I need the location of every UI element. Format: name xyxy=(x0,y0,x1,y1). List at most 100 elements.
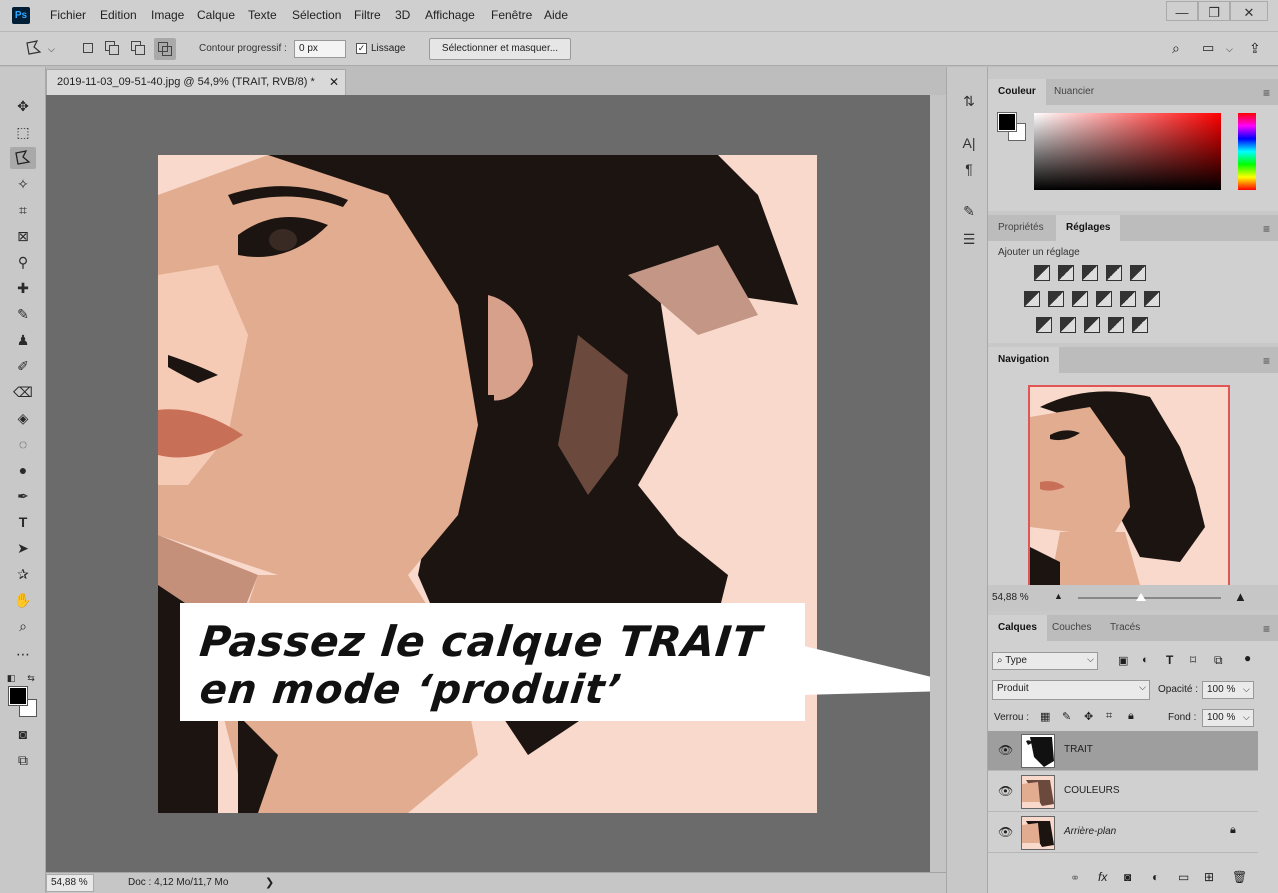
search-icon[interactable]: ⌕ xyxy=(1172,40,1188,56)
layer-row-trait[interactable]: 👁︎ TRAIT xyxy=(988,731,1258,771)
menu-selection[interactable]: Sélection xyxy=(292,8,341,22)
hamburger-icon[interactable]: ≡ xyxy=(1263,622,1270,636)
shape-tool-icon[interactable]: ✰ xyxy=(10,563,36,585)
new-group-icon[interactable]: ▭ xyxy=(1178,870,1189,884)
menu-filtre[interactable]: Filtre xyxy=(354,8,381,22)
workspace-icon[interactable]: ▭ xyxy=(1202,40,1218,56)
lock-artboard-icon[interactable]: ⌗ xyxy=(1106,710,1112,723)
default-colors-icon[interactable]: ◧ xyxy=(4,667,18,689)
gradient-map-icon[interactable] xyxy=(1132,317,1148,333)
color-lookup-icon[interactable] xyxy=(1144,291,1160,307)
foreground-color-swatch[interactable] xyxy=(997,112,1017,132)
eye-icon[interactable]: 👁︎ xyxy=(998,784,1013,798)
tab-couches[interactable]: Couches xyxy=(1042,615,1101,641)
restore-button[interactable]: ❐ xyxy=(1198,1,1230,21)
posterize-icon[interactable] xyxy=(1060,317,1076,333)
shape-filter-icon[interactable]: ⌑ xyxy=(1190,653,1196,667)
menu-texte[interactable]: Texte xyxy=(248,8,277,22)
vertical-scrollbar[interactable] xyxy=(930,95,946,872)
zoom-in-icon[interactable]: ▲ xyxy=(1234,589,1247,604)
more-tools-icon[interactable]: ⋯ xyxy=(10,643,36,665)
dodge-tool-icon[interactable]: ● xyxy=(10,459,36,481)
lock-all-icon[interactable]: 🔒︎ xyxy=(1128,710,1134,723)
chevron-right-icon[interactable]: ❯ xyxy=(265,876,274,889)
lock-transparency-icon[interactable]: ▦ xyxy=(1040,710,1050,723)
swap-colors-icon[interactable]: ⇆ xyxy=(24,667,38,689)
brightness-icon[interactable] xyxy=(1034,265,1050,281)
lock-pixels-icon[interactable]: ✎ xyxy=(1062,710,1071,723)
type-filter-icon[interactable]: T xyxy=(1166,653,1173,667)
lasso-tool-icon[interactable] xyxy=(10,147,36,169)
tab-navigation[interactable]: Navigation xyxy=(988,347,1060,373)
menu-fenetre[interactable]: Fenêtre xyxy=(491,8,532,22)
tab-reglages[interactable]: Réglages xyxy=(1056,215,1121,241)
tab-couleur[interactable]: Couleur xyxy=(988,79,1046,105)
eye-icon[interactable]: 👁︎ xyxy=(998,825,1013,839)
adjustment-filter-icon[interactable]: ◐ xyxy=(1142,654,1149,666)
menu-image[interactable]: Image xyxy=(151,8,184,22)
marquee-tool-icon[interactable]: ⬚ xyxy=(10,121,36,143)
selective-color-icon[interactable] xyxy=(1108,317,1124,333)
frame-tool-icon[interactable]: ⊠ xyxy=(10,225,36,247)
black-white-icon[interactable] xyxy=(1072,291,1088,307)
blur-tool-icon[interactable]: ◌ xyxy=(10,433,36,455)
hamburger-icon[interactable]: ≡ xyxy=(1263,86,1270,100)
contour-progressif-input[interactable]: 0 px xyxy=(294,40,346,58)
zoom-level-input[interactable]: 54,88 % xyxy=(46,874,94,892)
channel-mixer-icon[interactable] xyxy=(1120,291,1136,307)
trash-icon[interactable]: 🗑︎ xyxy=(1232,870,1247,884)
hand-tool-icon[interactable]: ✋ xyxy=(10,589,36,611)
navigation-zoom-slider[interactable] xyxy=(1078,597,1221,599)
curves-icon[interactable] xyxy=(1082,265,1098,281)
blend-mode-select[interactable]: Produit ⌵ xyxy=(992,680,1150,700)
chevron-down-icon[interactable]: ⌵ xyxy=(1226,44,1242,60)
polygonal-lasso-icon[interactable] xyxy=(25,40,42,56)
document-tab[interactable]: 2019-11-03_09-51-40.jpg @ 54,9% (TRAIT, … xyxy=(46,69,346,95)
tool-presets-icon[interactable]: ☰ xyxy=(959,229,979,249)
minimize-button[interactable]: — xyxy=(1166,1,1198,21)
brush-tool-icon[interactable]: ✎ xyxy=(10,303,36,325)
crop-tool-icon[interactable]: ⌗ xyxy=(10,199,36,221)
zoom-slider-handle[interactable] xyxy=(1136,593,1146,601)
quick-mask-icon[interactable]: ◙ xyxy=(10,723,36,745)
brush-settings-icon[interactable]: ✎ xyxy=(959,201,979,221)
zoom-out-icon[interactable]: ▲ xyxy=(1054,591,1063,601)
smart-object-filter-icon[interactable]: ⧉ xyxy=(1214,653,1223,668)
subtract-selection-icon[interactable] xyxy=(130,40,146,56)
eye-icon[interactable]: 👁︎ xyxy=(998,743,1013,757)
exposure-icon[interactable] xyxy=(1106,265,1122,281)
hue-saturation-icon[interactable] xyxy=(1024,291,1040,307)
chevron-down-icon[interactable]: ⌵ xyxy=(48,44,64,60)
history-icon[interactable]: ⇅ xyxy=(959,91,979,111)
invert-icon[interactable] xyxy=(1036,317,1052,333)
chevron-down-icon[interactable]: ⌵ xyxy=(1243,712,1250,723)
menu-aide[interactable]: Aide xyxy=(544,8,568,22)
vibrance-icon[interactable] xyxy=(1130,265,1146,281)
select-and-mask-button[interactable]: Sélectionner et masquer... xyxy=(429,38,571,60)
healing-brush-icon[interactable]: ✚ xyxy=(10,277,36,299)
fx-icon[interactable]: fx xyxy=(1098,870,1107,884)
add-mask-icon[interactable]: ◙ xyxy=(1124,870,1131,884)
zoom-tool-icon[interactable]: ⌕ xyxy=(10,615,36,637)
menu-affichage[interactable]: Affichage xyxy=(425,8,475,22)
canvas-area[interactable]: Passez le calque TRAIT en mode ‘produit’ xyxy=(46,95,985,872)
filter-toggle-icon[interactable]: ● xyxy=(1244,651,1251,665)
menu-edition[interactable]: Edition xyxy=(100,8,137,22)
tab-proprietes[interactable]: Propriétés xyxy=(988,215,1054,241)
tab-calques[interactable]: Calques xyxy=(988,615,1047,641)
type-tool-icon[interactable]: T xyxy=(10,511,36,533)
new-layer-icon[interactable]: ⊞ xyxy=(1204,870,1214,884)
hue-slider[interactable] xyxy=(1238,113,1256,190)
hamburger-icon[interactable]: ≡ xyxy=(1263,222,1270,236)
pen-tool-icon[interactable]: ✒ xyxy=(10,485,36,507)
eraser-tool-icon[interactable]: ⌫ xyxy=(10,381,36,403)
link-layers-icon[interactable]: ⚭ xyxy=(1070,871,1080,885)
path-selection-icon[interactable]: ➤ xyxy=(10,537,36,559)
lissage-checkbox[interactable]: ✓ xyxy=(356,43,367,54)
threshold-icon[interactable] xyxy=(1084,317,1100,333)
stamp-tool-icon[interactable]: ♟ xyxy=(10,329,36,351)
pixel-filter-icon[interactable]: ▣ xyxy=(1118,654,1128,667)
share-icon[interactable]: ⇪ xyxy=(1249,40,1265,56)
tab-nuancier[interactable]: Nuancier xyxy=(1044,79,1104,105)
menu-calque[interactable]: Calque xyxy=(197,8,235,22)
